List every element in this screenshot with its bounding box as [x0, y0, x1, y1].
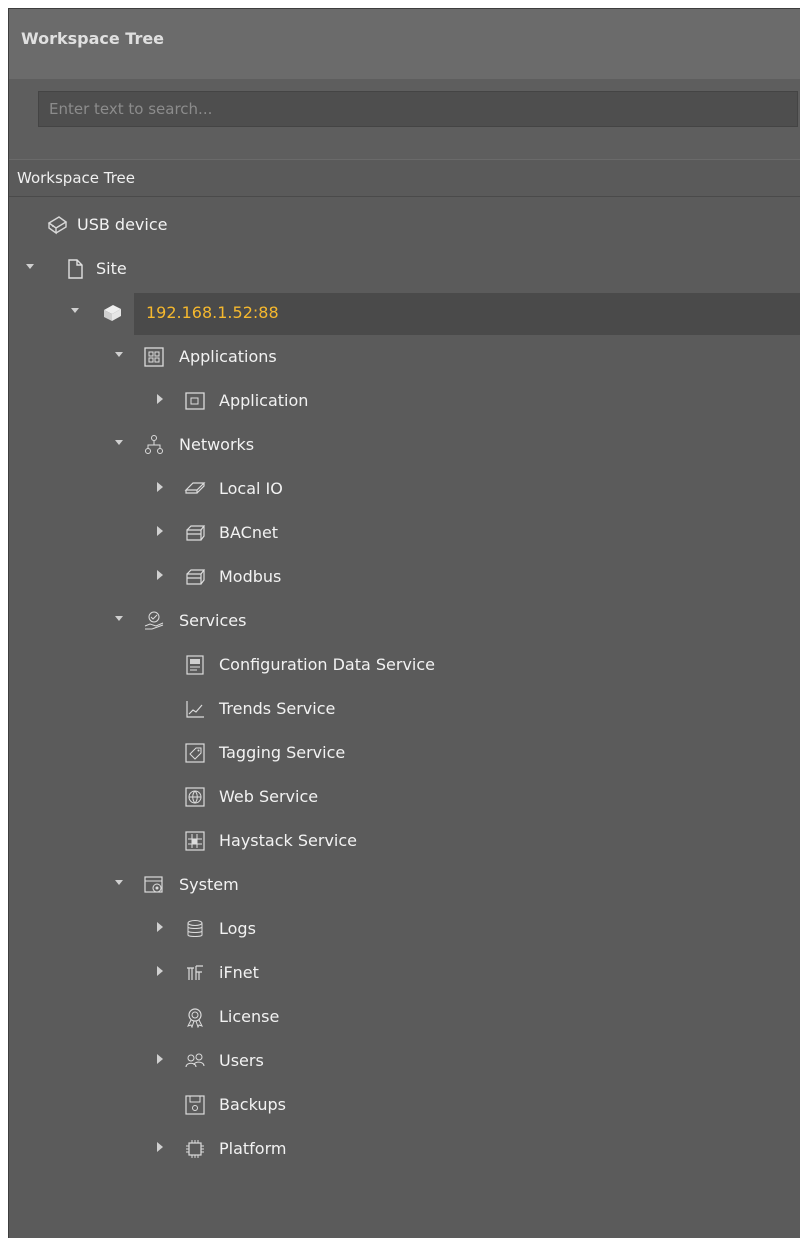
- tag-icon: [184, 742, 208, 766]
- tree-item-system[interactable]: System: [9, 865, 800, 907]
- tree-item-users[interactable]: Users: [9, 1041, 800, 1083]
- chip-icon: [184, 1138, 208, 1162]
- chevron-down-icon[interactable]: [115, 880, 123, 885]
- chevron-right-icon[interactable]: [157, 1142, 163, 1152]
- tree-item-networks[interactable]: Networks: [9, 425, 800, 467]
- chevron-down-icon[interactable]: [115, 440, 123, 445]
- tree-item-logs[interactable]: Logs: [9, 909, 800, 951]
- tree-item-label: 192.168.1.52:88: [146, 303, 279, 322]
- tree-item-web-service[interactable]: Web Service: [9, 777, 800, 819]
- tree-item-configuration-data-service[interactable]: Configuration Data Service: [9, 645, 800, 687]
- tree-item-label: Users: [219, 1051, 264, 1070]
- chevron-right-icon[interactable]: [157, 394, 163, 404]
- tree-item-tagging-service[interactable]: Tagging Service: [9, 733, 800, 775]
- search-input[interactable]: [38, 91, 798, 127]
- tree-item-label: Applications: [179, 347, 277, 366]
- chevron-down-icon[interactable]: [26, 264, 34, 269]
- tree-item-haystack-service[interactable]: Haystack Service: [9, 821, 800, 863]
- tree-item-label: Tagging Service: [219, 743, 346, 762]
- tree-item-modbus[interactable]: Modbus: [9, 557, 800, 599]
- license-icon: [184, 1006, 208, 1030]
- network-icon: [143, 434, 167, 458]
- tree-item-label: BACnet: [219, 523, 279, 542]
- tree-item-application[interactable]: Application: [9, 381, 800, 423]
- tree-item-usb-device[interactable]: USB device: [9, 205, 800, 247]
- tree-item-label: System: [179, 875, 239, 894]
- document-icon: [64, 258, 88, 282]
- tree-item-trends-service[interactable]: Trends Service: [9, 689, 800, 731]
- ifnet-icon: [184, 962, 208, 986]
- device-icon: [101, 302, 125, 326]
- network-card-icon: [184, 566, 208, 590]
- tree-item-label: Networks: [179, 435, 255, 454]
- tree-item-platform[interactable]: Platform: [9, 1129, 800, 1171]
- network-card-icon: [184, 522, 208, 546]
- tree-item-label: License: [219, 1007, 280, 1026]
- chevron-right-icon[interactable]: [157, 482, 163, 492]
- tree-item-device[interactable]: 192.168.1.52:88: [9, 293, 800, 335]
- tree-item-local-io[interactable]: Local IO: [9, 469, 800, 511]
- chevron-right-icon[interactable]: [157, 570, 163, 580]
- haystack-icon: [184, 830, 208, 854]
- trend-chart-icon: [184, 698, 208, 722]
- tree-header-label: Workspace Tree: [17, 169, 136, 187]
- tree-item-services[interactable]: Services: [9, 601, 800, 643]
- tree-item-site[interactable]: Site: [9, 249, 800, 291]
- workspace-tree-panel: Workspace Tree Workspace Tree USB device…: [8, 8, 800, 1238]
- tree-item-label: Trends Service: [219, 699, 336, 718]
- system-icon: [143, 874, 167, 898]
- tree-header: Workspace Tree: [9, 159, 800, 197]
- tree-item-label: iFnet: [219, 963, 259, 982]
- tree-item-label: Platform: [219, 1139, 287, 1158]
- applications-icon: [143, 346, 167, 370]
- chevron-right-icon[interactable]: [157, 526, 163, 536]
- tree-item-applications[interactable]: Applications: [9, 337, 800, 379]
- chevron-down-icon[interactable]: [115, 352, 123, 357]
- web-service-icon: [184, 786, 208, 810]
- tree-item-label: Backups: [219, 1095, 286, 1114]
- tree-item-backups[interactable]: Backups: [9, 1085, 800, 1127]
- local-io-icon: [184, 478, 208, 502]
- panel-title: Workspace Tree: [21, 29, 165, 48]
- tree-item-license[interactable]: License: [9, 997, 800, 1039]
- tree-item-label: Site: [96, 259, 127, 278]
- tree-item-label: Web Service: [219, 787, 319, 806]
- chevron-down-icon[interactable]: [71, 308, 79, 313]
- tree-item-bacnet[interactable]: BACnet: [9, 513, 800, 555]
- chevron-right-icon[interactable]: [157, 922, 163, 932]
- usb-device-icon: [46, 214, 70, 238]
- tree-item-label: Local IO: [219, 479, 283, 498]
- backup-icon: [184, 1094, 208, 1118]
- tree-item-ifnet[interactable]: iFnet: [9, 953, 800, 995]
- panel-title-bar: Workspace Tree: [9, 9, 800, 79]
- search-area: [9, 79, 800, 159]
- tree-item-label: Services: [179, 611, 247, 630]
- users-icon: [184, 1050, 208, 1074]
- chevron-right-icon[interactable]: [157, 1054, 163, 1064]
- chevron-down-icon[interactable]: [115, 616, 123, 621]
- config-data-icon: [184, 654, 208, 678]
- tree-item-label: Logs: [219, 919, 256, 938]
- tree-item-label: Modbus: [219, 567, 282, 586]
- application-icon: [184, 390, 208, 414]
- tree-item-label: USB device: [77, 215, 168, 234]
- tree-item-label: Configuration Data Service: [219, 655, 436, 674]
- services-icon: [143, 610, 167, 634]
- database-icon: [184, 918, 208, 942]
- chevron-right-icon[interactable]: [157, 966, 163, 976]
- tree-item-label: Haystack Service: [219, 831, 357, 850]
- tree-item-label: Application: [219, 391, 309, 410]
